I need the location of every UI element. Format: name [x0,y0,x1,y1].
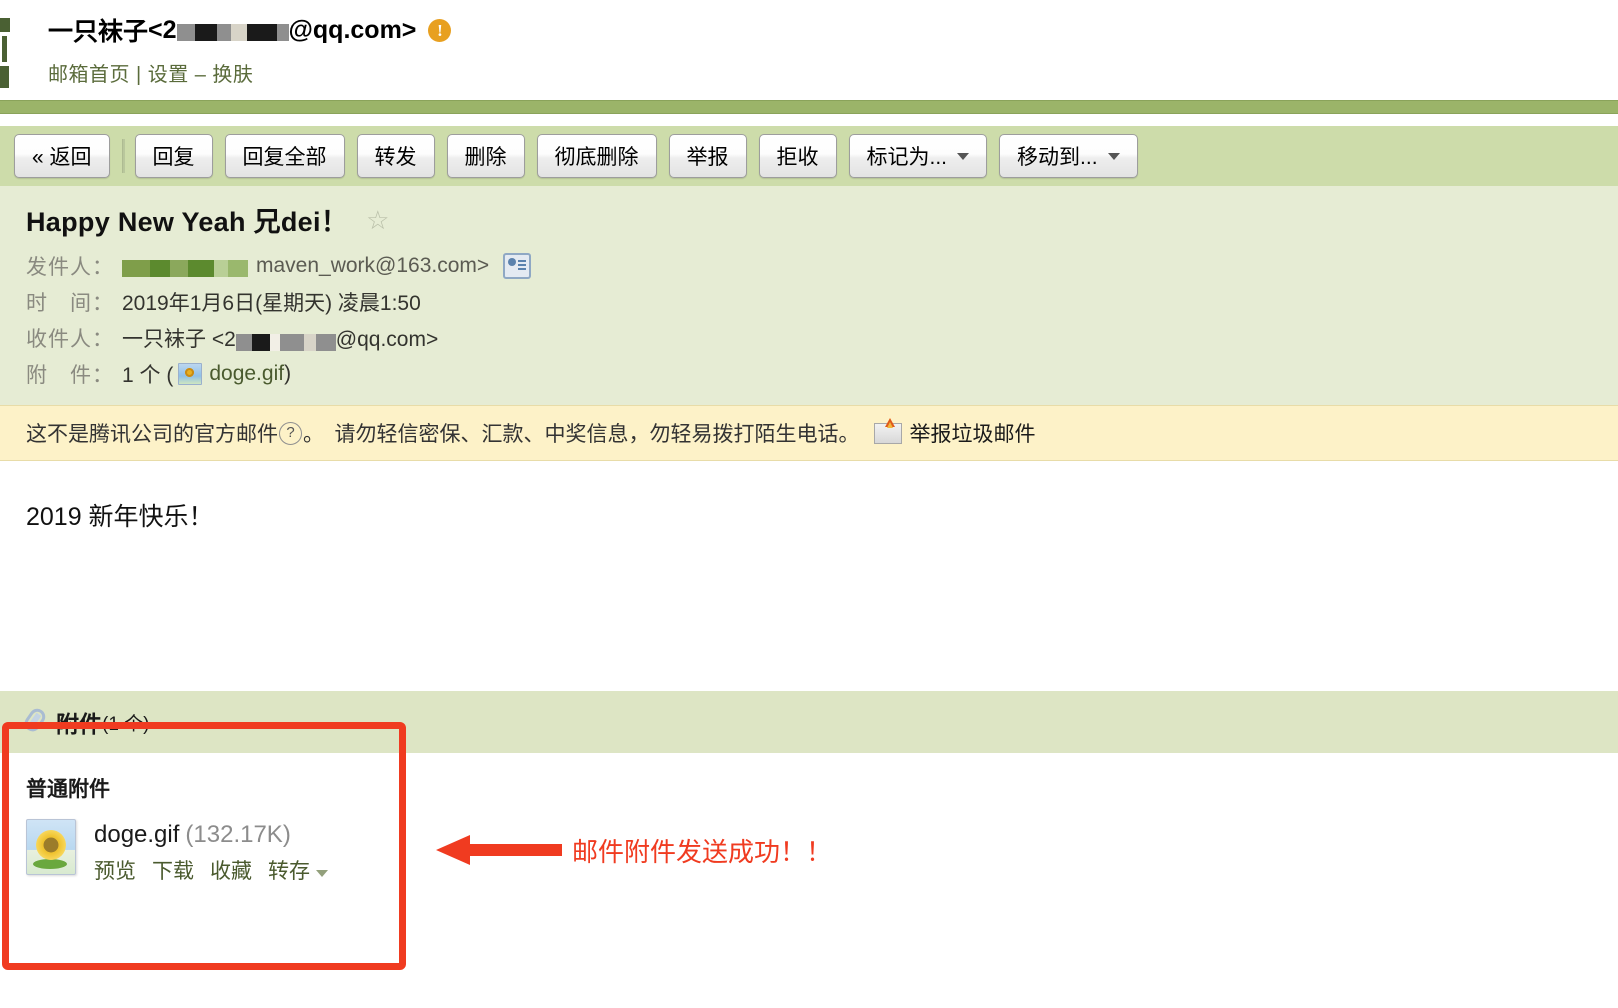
subject-row: Happy New Yeah 兄dei！ ☆ [26,200,1618,239]
attachment-panel-title: 附件 [56,711,102,737]
nav-link-home[interactable]: 邮箱首页 [48,64,130,86]
attachment-panel-count: (1 个) [102,713,150,735]
sender-value: maven_work@163.com> [122,254,489,278]
star-icon[interactable]: ☆ [366,207,389,233]
spam-envelope-icon [873,417,902,444]
chevron-down-icon[interactable] [316,869,328,877]
save-to-link[interactable]: 转存 [268,855,310,885]
chevron-down-icon [957,152,970,160]
attachment-file-info: doge.gif (132.17K) 预览 下载 收藏 转存 [94,819,328,885]
paperclip-icon [20,706,51,739]
toolbar-separator [121,139,125,173]
attachment-section: 附件 (1 个) 普通附件 doge.gif (132.17K) 预览 下载 收藏 … [0,691,1618,885]
warning-text-after: 。 请勿轻信密保、汇款、中奖信息，勿轻易拨打陌生电话。 [303,423,860,446]
attachment-count: 1 个 ( [122,364,174,387]
account-email-prefix: <2 [148,15,177,44]
reject-button[interactable]: 拒收 [758,134,837,178]
preview-link[interactable]: 预览 [94,855,136,885]
attachment-item: doge.gif (132.17K) 预览 下载 收藏 转存 [26,819,1618,885]
recipient-name: 一只袜子 [122,328,206,351]
nav-link-settings[interactable]: 设置 [148,64,189,86]
attachment-file-size: (132.17K) [185,821,291,848]
body-text: 2019 新年快乐！ [26,503,214,531]
sender-row: 发件人： maven_work@163.com> [26,251,1618,281]
report-spam-link[interactable]: 举报垃圾邮件 [910,418,1036,448]
qq-mail-logo-icon [0,8,10,88]
warning-text-before: 这不是腾讯公司的官方邮件 [26,423,278,446]
reply-button[interactable]: 回复 [134,134,213,178]
date-row: 时 间： 2019年1月6日(星期天) 凌晨1:50 [26,287,1618,317]
move-to-button[interactable]: 移动到... [999,134,1138,178]
attachment-panel-body: 普通附件 doge.gif (132.17K) 预览 下载 收藏 转存 [0,753,1618,885]
recipient-email-suffix: @qq.com> [335,328,439,351]
image-file-icon [178,363,203,385]
mark-as-label: 标记为... [866,146,948,169]
forward-button[interactable]: 转发 [356,134,435,178]
recipient-label: 收件人： [26,328,114,351]
attachment-paren-close: ) [284,362,292,385]
mark-as-button[interactable]: 标记为... [848,134,988,178]
sender-email: maven_work@163.com> [256,253,490,277]
mail-header-block: Happy New Yeah 兄dei！ ☆ 发件人： maven_work@1… [0,186,1618,405]
recipient-value: 一只袜子 <2 @qq.com> [122,323,438,353]
account-name: 一只袜子 [48,18,149,46]
attachment-file-link[interactable]: doge.gif [209,362,284,386]
recipient-email-prefix: <2 [211,328,236,351]
reply-all-button[interactable]: 回复全部 [224,134,345,178]
delete-button[interactable]: 删除 [446,134,525,178]
date-label: 时 间： [26,292,114,315]
account-email-suffix: @qq.com> [288,15,417,44]
recipient-row: 收件人： 一只袜子 <2 @qq.com> [26,323,1618,353]
report-button[interactable]: 举报 [668,134,747,178]
account-identity: 一只袜子 <2 @qq.com> ! [48,0,1618,50]
header-nav: 邮箱首页 | 设置 – 换肤 [48,50,1618,87]
attachment-summary-row: 附 件： 1 个 ( doge.gif ) [26,359,1618,389]
nav-dash: – [194,64,207,86]
back-button[interactable]: « 返回 [14,134,110,178]
move-to-label: 移动到... [1017,146,1098,169]
nav-link-skin[interactable]: 换肤 [212,64,253,86]
phishing-warning-bar: 这不是腾讯公司的官方邮件?。 请勿轻信密保、汇款、中奖信息，勿轻易拨打陌生电话。… [0,405,1618,461]
toolbar-top-gap [0,114,1618,126]
favorite-link[interactable]: 收藏 [210,855,252,885]
date-value: 2019年1月6日(星期天) 凌晨1:50 [122,292,421,315]
attachment-panel-header: 附件 (1 个) [0,691,1618,753]
attachment-file-name[interactable]: doge.gif [94,821,179,848]
sunflower-thumbnail-icon[interactable] [26,819,76,875]
delete-permanently-button[interactable]: 彻底删除 [536,134,657,178]
green-divider-bar [0,100,1618,114]
attachment-kind-label: 普通附件 [26,778,110,801]
download-link[interactable]: 下载 [152,855,194,885]
attachment-label: 附 件： [26,364,114,387]
help-question-icon[interactable]: ? [279,421,302,445]
mail-subject: Happy New Yeah 兄dei！ [26,207,349,237]
nav-separator: | [136,64,142,86]
mail-toolbar: « 返回 回复 回复全部 转发 删除 彻底删除 举报 拒收 标记为... 移动到… [0,126,1618,186]
sender-label: 发件人： [26,256,114,279]
mail-body: 2019 新年快乐！ [0,461,1618,691]
contact-card-icon[interactable] [503,253,532,279]
chevron-down-icon [1107,152,1120,160]
redacted-sender-name [122,256,248,280]
redacted-recipient-digits [235,330,336,354]
attachment-actions: 预览 下载 收藏 转存 [94,855,328,885]
redacted-email-digits [176,18,289,47]
account-warning-icon[interactable]: ! [428,18,452,42]
account-header: 一只袜子 <2 @qq.com> ! 邮箱首页 | 设置 – 换肤 [0,0,1618,100]
attachment-file-line: doge.gif (132.17K) [94,821,328,849]
